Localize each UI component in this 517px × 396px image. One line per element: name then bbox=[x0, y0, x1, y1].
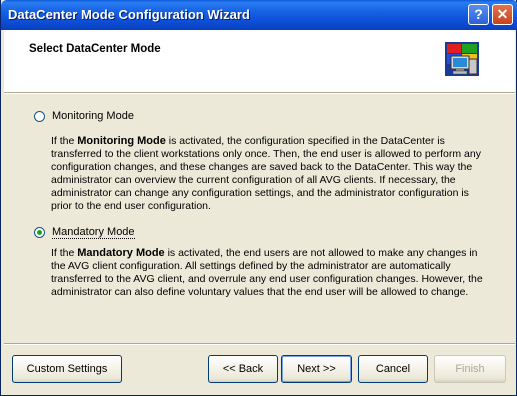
close-button[interactable]: ✕ bbox=[492, 4, 513, 25]
cancel-button[interactable]: Cancel bbox=[358, 355, 428, 383]
title-bar[interactable]: DataCenter Mode Configuration Wizard ? ✕ bbox=[1, 0, 517, 30]
page-title: Select DataCenter Mode bbox=[29, 43, 161, 55]
mandatory-mode-radio[interactable] bbox=[34, 226, 45, 238]
finish-button[interactable]: Finish bbox=[434, 355, 506, 383]
mandatory-mode-label[interactable]: Mandatory Mode bbox=[52, 226, 135, 239]
monitoring-mode-label[interactable]: Monitoring Mode bbox=[52, 110, 134, 122]
next-button[interactable]: Next >> bbox=[281, 355, 352, 383]
footer-divider bbox=[4, 343, 515, 345]
wizard-window: DataCenter Mode Configuration Wizard ? ✕… bbox=[0, 0, 517, 396]
back-button[interactable]: << Back bbox=[208, 355, 278, 383]
mandatory-desc-prefix: If the bbox=[51, 247, 78, 259]
header-panel: Select DataCenter Mode bbox=[4, 30, 515, 94]
monitoring-mode-description: If the Monitoring Mode is activated, the… bbox=[51, 135, 491, 213]
monitoring-desc-bold: Monitoring Mode bbox=[77, 135, 166, 147]
help-button[interactable]: ? bbox=[468, 4, 489, 25]
monitoring-desc-prefix: If the bbox=[51, 135, 78, 147]
monitoring-mode-option[interactable]: Monitoring Mode bbox=[34, 108, 134, 124]
window-title: DataCenter Mode Configuration Wizard bbox=[8, 7, 250, 22]
mandatory-desc-bold: Mandatory Mode bbox=[77, 247, 165, 259]
computer-network-icon bbox=[445, 42, 479, 76]
custom-settings-button[interactable]: Custom Settings bbox=[12, 355, 122, 383]
monitoring-mode-radio[interactable] bbox=[34, 110, 45, 122]
mandatory-mode-option[interactable]: Mandatory Mode bbox=[34, 224, 135, 240]
mandatory-mode-description: If the Mandatory Mode is activated, the … bbox=[51, 247, 491, 299]
